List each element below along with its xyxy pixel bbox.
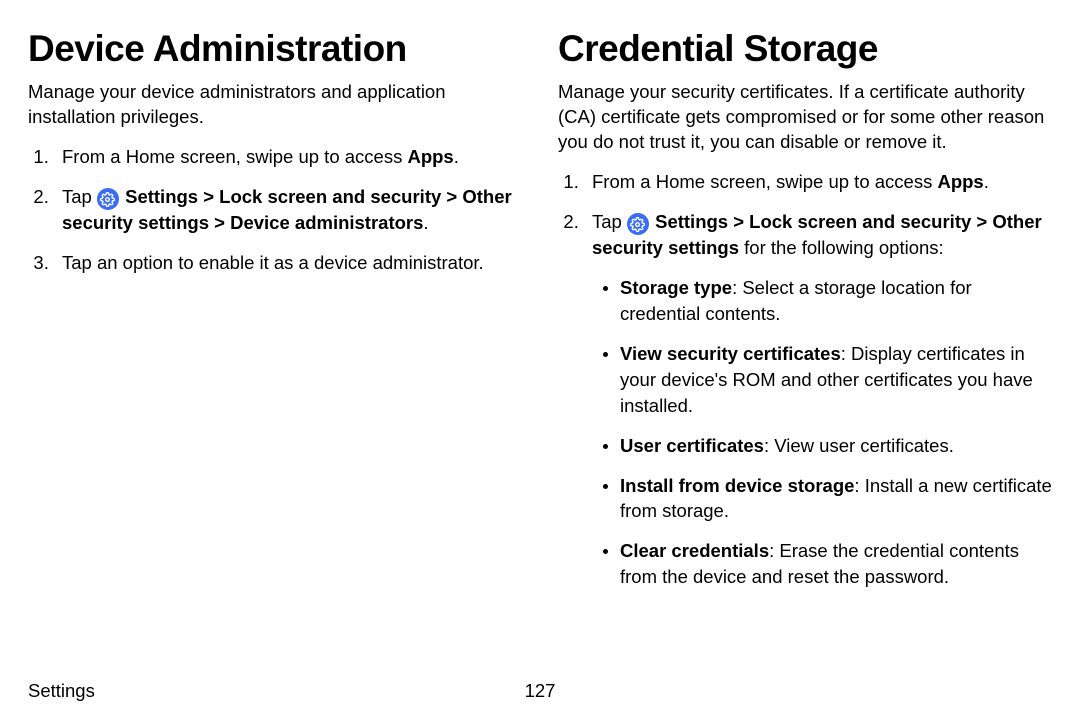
list-item: From a Home screen, swipe up to access A… — [54, 144, 522, 170]
settings-icon — [97, 188, 119, 210]
step-text: . — [423, 212, 428, 233]
device-admin-heading: Device Administration — [28, 28, 522, 70]
credential-storage-intro: Manage your security certificates. If a … — [558, 80, 1052, 155]
list-item: Install from device storage: Install a n… — [620, 473, 1052, 525]
settings-icon — [627, 213, 649, 235]
list-item: From a Home screen, swipe up to access A… — [584, 169, 1052, 195]
list-item: User certificates: View user certificate… — [620, 433, 1052, 459]
device-admin-intro: Manage your device administrators and ap… — [28, 80, 522, 130]
step-text: From a Home screen, swipe up to access — [592, 171, 937, 192]
step-text: Tap — [62, 186, 97, 207]
apps-bold: Apps — [937, 171, 983, 192]
list-item: Tap Settings > Lock screen and security … — [54, 184, 522, 236]
option-name: View security certificates — [620, 343, 841, 364]
list-item: Tap an option to enable it as a device a… — [54, 250, 522, 276]
step-text: . — [984, 171, 989, 192]
right-column: Credential Storage Manage your security … — [558, 28, 1052, 604]
nav-path-bold: Settings > Lock screen and security > Ot… — [62, 186, 512, 234]
options-list: Storage type: Select a storage location … — [592, 275, 1052, 590]
apps-bold: Apps — [407, 146, 453, 167]
option-name: User certificates — [620, 435, 764, 456]
list-item: View security certificates: Display cert… — [620, 341, 1052, 419]
list-item: Storage type: Select a storage location … — [620, 275, 1052, 327]
option-desc: : View user certificates. — [764, 435, 954, 456]
credential-storage-heading: Credential Storage — [558, 28, 1052, 70]
step-text: for the following options: — [739, 237, 944, 258]
option-name: Storage type — [620, 277, 732, 298]
footer-page-number: 127 — [525, 680, 556, 702]
list-item: Tap Settings > Lock screen and security … — [584, 209, 1052, 590]
page-content: Device Administration Manage your device… — [0, 0, 1080, 604]
device-admin-steps: From a Home screen, swipe up to access A… — [28, 144, 522, 276]
credential-storage-steps: From a Home screen, swipe up to access A… — [558, 169, 1052, 590]
list-item: Clear credentials: Erase the credential … — [620, 538, 1052, 590]
step-text: . — [454, 146, 459, 167]
step-text: Tap — [592, 211, 627, 232]
page-footer: Settings 127 — [28, 680, 1052, 702]
step-text: From a Home screen, swipe up to access — [62, 146, 407, 167]
option-name: Install from device storage — [620, 475, 854, 496]
left-column: Device Administration Manage your device… — [28, 28, 522, 604]
option-name: Clear credentials — [620, 540, 769, 561]
